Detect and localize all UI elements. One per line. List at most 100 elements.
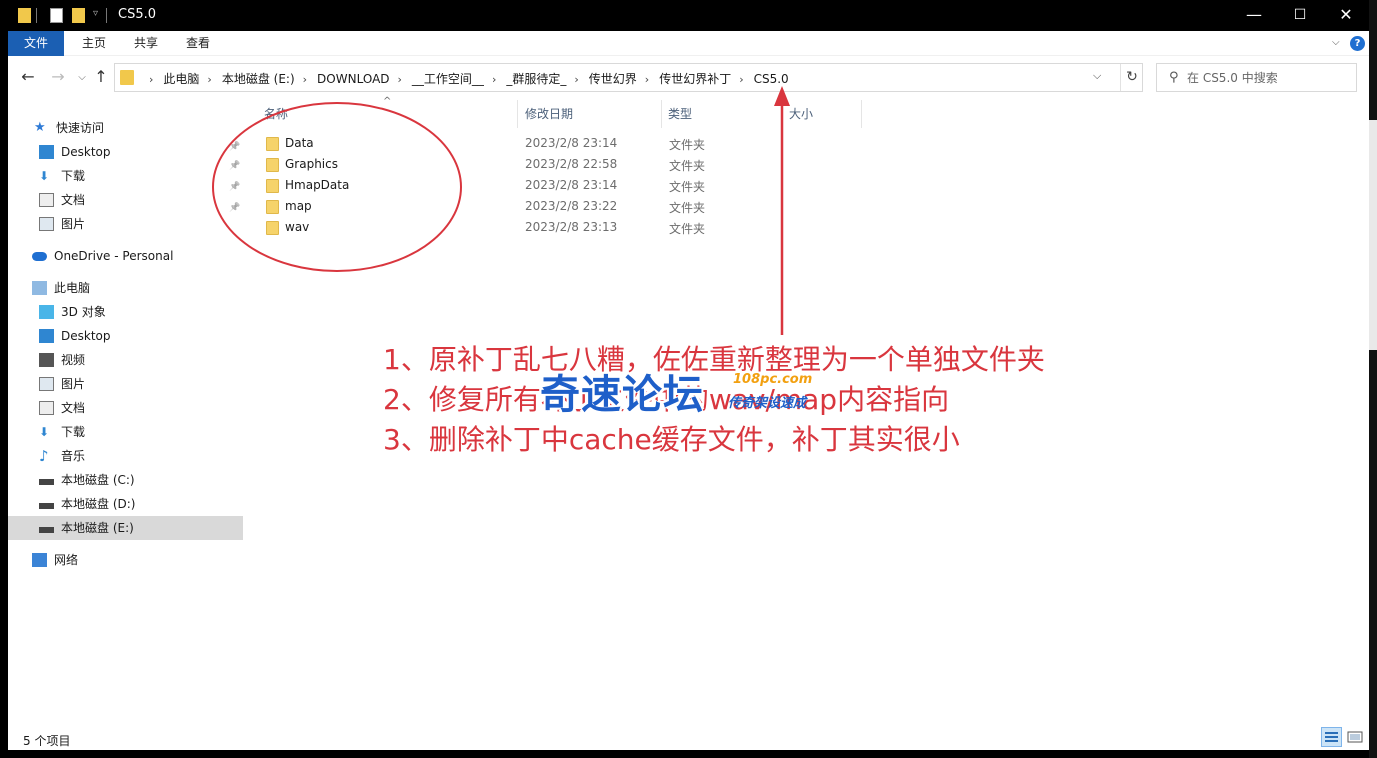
picture-icon <box>39 217 54 231</box>
sidebar-item[interactable]: 图片 <box>8 372 243 396</box>
search-box[interactable]: ⚲ <box>1156 63 1357 92</box>
address-bar[interactable]: › 此电脑 › 本地磁盘 (E:) › DOWNLOAD › __工作空间__ › _群服待定_ ›… <box>114 63 1143 92</box>
sidebar-item-label: 本地磁盘 (C:) <box>61 473 135 487</box>
column-header-type[interactable]: 类型 <box>668 100 692 128</box>
back-button[interactable]: ← <box>18 67 38 86</box>
watermark-url: 108pc.com <box>733 372 813 387</box>
search-icon: ⚲ <box>1169 70 1179 85</box>
column-header-size[interactable]: 大小 <box>789 100 813 128</box>
sidebar-item[interactable]: 图片 <box>8 212 243 236</box>
folder-icon[interactable] <box>18 8 31 23</box>
music-icon: ♪ <box>39 447 49 465</box>
address-dropdown-icon[interactable]: ⌵ <box>1093 69 1101 83</box>
minimize-button[interactable]: — <box>1231 0 1277 31</box>
sidebar-item[interactable]: Desktop <box>8 324 243 348</box>
sidebar-item[interactable]: ⬇ 下载 <box>8 164 243 188</box>
background-window-edge <box>1369 0 1377 758</box>
column-divider[interactable] <box>861 100 862 128</box>
table-row[interactable]: 📌 Data 2023/2/8 23:14 文件夹 <box>229 134 1162 155</box>
breadcrumb-item[interactable]: 传世幻界补丁 <box>659 70 731 87</box>
sidebar-item-label: Desktop <box>61 145 111 159</box>
breadcrumb-item[interactable]: DOWNLOAD <box>317 72 389 86</box>
sidebar-item[interactable]: 3D 对象 <box>8 300 243 324</box>
sidebar-item[interactable]: 文档 <box>8 188 243 212</box>
sidebar-item[interactable]: 此电脑 <box>8 276 243 300</box>
sidebar-item[interactable]: 视频 <box>8 348 243 372</box>
navigation-pane: ★ 快速访问 Desktop ⬇ 下载 文档 图片 OneDrive - Personal 此电… <box>8 98 243 728</box>
breadcrumb-item[interactable]: _群服待定_ <box>506 70 566 87</box>
breadcrumb-item[interactable]: 传世幻界 <box>589 70 637 87</box>
recent-locations-button[interactable]: ⌵ <box>72 72 92 83</box>
details-view-button[interactable] <box>1321 727 1342 747</box>
breadcrumb-item[interactable]: 本地磁盘 (E:) <box>222 70 295 87</box>
cloud-icon <box>32 252 47 261</box>
sidebar-item[interactable]: 本地磁盘 (C:) <box>8 468 243 492</box>
sidebar-item-label: OneDrive - Personal <box>54 249 174 263</box>
sidebar-item[interactable]: 网络 <box>8 548 243 572</box>
breadcrumb-separator-icon[interactable]: › <box>398 73 402 86</box>
watermark-logo: 奇速论坛 <box>540 372 704 418</box>
table-row[interactable]: 📌 map 2023/2/8 23:22 文件夹 <box>229 197 1162 218</box>
maximize-button[interactable]: ☐ <box>1277 0 1323 31</box>
large-icons-view-button[interactable] <box>1346 728 1364 746</box>
chevron-down-icon[interactable]: ⌵ <box>1332 37 1340 48</box>
column-divider[interactable] <box>781 100 782 128</box>
close-button[interactable]: ✕ <box>1323 0 1369 31</box>
sort-ascending-icon: ^ <box>383 96 392 107</box>
file-type: 文件夹 <box>669 138 706 152</box>
new-folder-icon[interactable] <box>72 8 85 23</box>
folder-icon <box>266 221 279 235</box>
sidebar-item[interactable]: ⬇ 下载 <box>8 420 243 444</box>
sidebar-item-label: 本地磁盘 (E:) <box>61 521 134 535</box>
breadcrumb-separator-icon[interactable]: › <box>303 73 307 86</box>
column-divider[interactable] <box>517 100 518 128</box>
tab-share[interactable]: 共享 <box>126 31 166 56</box>
annotation-line-1: 1、原补丁乱七八糟，佐佐重新整理为一个单独文件夹 <box>383 343 1045 376</box>
table-row[interactable]: wav 2023/2/8 23:13 文件夹 <box>262 218 1162 239</box>
folder-icon <box>266 179 279 193</box>
breadcrumb-separator-icon[interactable]: › <box>207 73 211 86</box>
breadcrumb-item[interactable]: CS5.0 <box>754 72 789 86</box>
sidebar-item[interactable]: ★ 快速访问 <box>8 116 243 140</box>
breadcrumb-separator-icon[interactable]: › <box>574 73 578 86</box>
annotation-line-3: 3、删除补丁中cache缓存文件，补丁其实很小 <box>383 423 960 456</box>
tab-home[interactable]: 主页 <box>74 31 114 56</box>
sidebar-item-label: 文档 <box>61 193 86 207</box>
file-modified-date: 2023/2/8 23:14 <box>525 136 618 150</box>
title-bar: ▿ CS5.0 — ☐ ✕ <box>8 0 1369 31</box>
separator <box>36 8 37 23</box>
table-row[interactable]: 📌 Graphics 2023/2/8 22:58 文件夹 <box>229 155 1162 176</box>
sidebar-item[interactable]: OneDrive - Personal <box>8 244 243 268</box>
tab-view[interactable]: 查看 <box>178 31 218 56</box>
breadcrumb-separator-icon[interactable]: › <box>492 73 496 86</box>
sidebar-item-label: 网络 <box>54 553 79 567</box>
up-button[interactable]: ↑ <box>91 67 111 86</box>
breadcrumb-separator-icon[interactable]: › <box>645 73 649 86</box>
sidebar-item-label: 3D 对象 <box>61 305 106 319</box>
sidebar-item[interactable]: ♪ 音乐 <box>8 444 243 468</box>
customize-toolbar-icon[interactable]: ▿ <box>93 8 98 19</box>
forward-button[interactable]: → <box>48 67 68 86</box>
file-modified-date: 2023/2/8 23:14 <box>525 178 618 192</box>
column-header-name[interactable]: 名称 <box>264 100 288 128</box>
navigation-bar: ← → ⌵ ↑ › 此电脑 › 本地磁盘 (E:) › DOWNLOAD › __工作空间__… <box>8 56 1369 98</box>
tab-file[interactable]: 文件 <box>8 31 64 56</box>
refresh-button[interactable]: ↻ <box>1120 64 1143 91</box>
breadcrumb-separator-icon[interactable]: › <box>739 73 743 86</box>
sidebar-item[interactable]: 本地磁盘 (D:) <box>8 492 243 516</box>
column-header-date[interactable]: 修改日期 <box>525 100 573 128</box>
breadcrumb-item[interactable]: 此电脑 <box>163 70 199 87</box>
sidebar-item[interactable]: 本地磁盘 (E:) <box>8 516 243 540</box>
properties-icon[interactable] <box>50 8 63 23</box>
table-row[interactable]: 📌 HmapData 2023/2/8 23:14 文件夹 <box>229 176 1162 197</box>
column-divider[interactable] <box>661 100 662 128</box>
sidebar-item-label: 图片 <box>61 377 86 391</box>
help-icon[interactable]: ? <box>1350 36 1365 51</box>
file-name: Data <box>285 136 314 150</box>
folder-icon <box>266 137 279 151</box>
breadcrumb-separator-icon[interactable]: › <box>149 73 153 86</box>
search-input[interactable] <box>1187 68 1347 87</box>
sidebar-item[interactable]: 文档 <box>8 396 243 420</box>
sidebar-item[interactable]: Desktop <box>8 140 243 164</box>
breadcrumb-item[interactable]: __工作空间__ <box>412 70 484 87</box>
